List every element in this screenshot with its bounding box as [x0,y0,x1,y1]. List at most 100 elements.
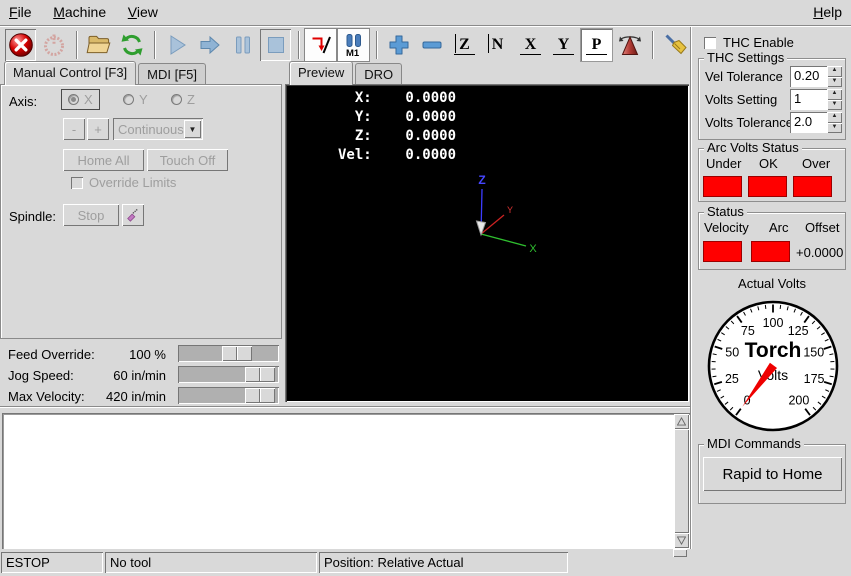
volts-tolerance-value[interactable]: 2.0 [790,112,827,133]
estop-button[interactable] [5,29,36,61]
step-button[interactable] [194,29,225,61]
view-x-button[interactable]: X [515,29,546,61]
thc-enable-checkbox[interactable]: THC Enable [704,35,794,50]
under-led [703,176,742,197]
view-x-letter: X [525,36,537,54]
status-cell-tool: No tool [105,552,317,573]
toolbar-separator [298,31,300,59]
vertical-sash[interactable] [690,27,692,549]
optional-pause-button[interactable]: M1 [338,29,369,61]
status-bar: ESTOP No tool Position: Relative Actual [0,551,851,576]
view-z-rotated-letter: N [492,36,504,54]
spin-up-icon[interactable]: ▲ [827,89,842,100]
ok-label: OK [759,156,778,171]
rapid-to-home-button[interactable]: Rapid to Home [703,457,842,491]
reload-button[interactable] [116,29,147,61]
jog-speed-slider[interactable] [178,366,279,383]
optional-pause-m1-icon: M1 [341,32,367,58]
jog-plus-button[interactable]: + [87,118,109,140]
scrollbar-thumb[interactable] [674,429,689,533]
gcode-scrollbar[interactable] [674,414,689,548]
ok-led [748,176,787,197]
chevron-down-icon: ▼ [184,120,201,138]
max-velocity-slider[interactable] [178,387,279,404]
axis-z-label: Z [187,92,195,107]
menu-item-machine[interactable]: Machine [44,0,115,24]
spin-up-icon[interactable]: ▲ [827,112,842,123]
tab-manual-control[interactable]: Manual Control [F3] [4,61,136,85]
bracket-line [520,54,541,55]
vel-tolerance-label: Vel Tolerance [705,69,783,84]
tab-mdi[interactable]: MDI [F5] [138,63,206,85]
clear-plot-button[interactable] [659,29,690,61]
gauge-scale-label: 175 [804,372,825,386]
z-axis-label: Z [478,173,485,187]
x-axis-label: X [529,243,537,255]
zoom-out-button[interactable] [416,29,447,61]
jog-minus-button[interactable]: - [63,118,85,140]
view-z-button[interactable]: Z [449,29,480,61]
menu-item-help[interactable]: Help [804,0,851,24]
slider-handle[interactable] [245,388,275,403]
axis-x-radio[interactable]: X [61,89,100,110]
machine-power-icon [41,32,67,58]
menu-item-view[interactable]: View [119,0,167,24]
spindle-brush-button[interactable] [122,204,144,226]
zoom-in-button[interactable] [383,29,414,61]
radio-indicator [68,94,79,105]
jog-mode-select[interactable]: Continuous ▼ [113,118,203,140]
spin-up-icon[interactable]: ▲ [827,66,842,77]
tab-preview[interactable]: Preview [289,61,353,85]
slider-handle[interactable] [245,367,275,382]
mdi-commands-title: MDI Commands [704,436,804,451]
skip-lines-button[interactable] [305,29,336,61]
gcode-listing[interactable] [2,413,690,549]
override-limits-checkbox[interactable]: Override Limits [71,175,176,190]
scroll-down-button[interactable] [674,533,689,548]
max-velocity-row: Max Velocity: 420 in/min [0,387,282,405]
preview-canvas[interactable]: X: 0.0000 Y: 0.0000 Z: 0.0000 Vel: 0.000… [285,84,689,402]
tool-cone [477,221,486,235]
scroll-up-button[interactable] [674,414,689,429]
axis-z-radio[interactable]: Z [165,90,201,109]
volts-setting-value[interactable]: 1 [790,89,827,110]
vel-tolerance-value[interactable]: 0.20 [790,66,827,87]
radio-indicator [123,94,134,105]
run-icon [164,32,190,58]
status-group: Status Velocity Arc Offset +0.0000 [698,212,846,270]
gauge-scale-label: 25 [725,372,739,386]
stop-button[interactable] [260,29,291,61]
view-z-rotated-button[interactable]: N [482,29,513,61]
run-button[interactable] [161,29,192,61]
toolbar: M1 Z N X Y [0,28,692,62]
axis-y-radio[interactable]: Y [117,90,154,109]
touch-off-button[interactable]: Touch Off [147,149,228,171]
open-file-button[interactable] [83,29,114,61]
spinner-arrows: ▲▼ [827,89,842,110]
view-y-button[interactable]: Y [548,29,579,61]
rotate-view-button[interactable] [614,29,645,61]
slider-handle[interactable] [222,346,252,361]
feed-override-slider[interactable] [178,345,279,362]
clear-plot-broom-icon [662,32,688,58]
arc-led [751,241,790,262]
spin-down-icon[interactable]: ▼ [827,77,842,88]
menu-item-file[interactable]: File [0,0,41,24]
spin-down-icon[interactable]: ▼ [827,100,842,111]
horizontal-sash[interactable] [0,406,691,408]
home-all-button[interactable]: Home All [63,149,144,171]
volts-tolerance-spinbox[interactable]: 2.0 ▲▼ [790,112,842,133]
machine-power-button[interactable] [38,29,69,61]
vel-tolerance-spinbox[interactable]: 0.20 ▲▼ [790,66,842,87]
pause-button[interactable] [227,29,258,61]
view-perspective-button[interactable]: P [581,29,612,61]
axis-x-label: X [84,92,93,107]
spindle-stop-button[interactable]: Stop [63,204,119,226]
tab-dro[interactable]: DRO [355,63,402,85]
toolbar-separator [652,31,654,59]
spin-down-icon[interactable]: ▼ [827,123,842,134]
gauge-title: Torch [745,339,802,362]
stop-icon [263,32,289,58]
volts-setting-spinbox[interactable]: 1 ▲▼ [790,89,842,110]
gauge-scale-label: 50 [725,345,739,359]
